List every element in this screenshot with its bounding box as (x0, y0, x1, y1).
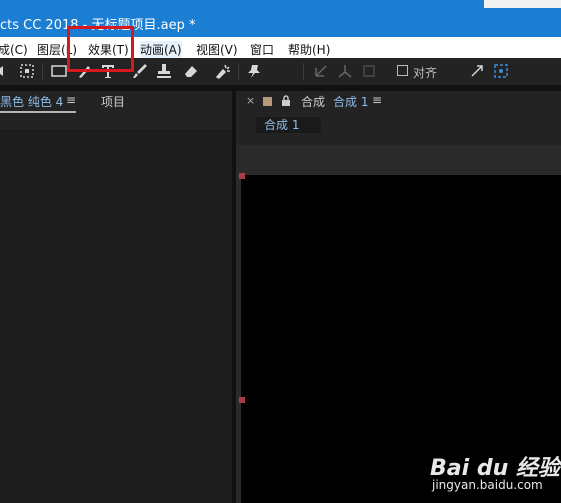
window-controls[interactable] (484, 0, 561, 8)
lock-icon[interactable] (281, 95, 291, 106)
roto-brush-tool-icon[interactable] (214, 62, 232, 80)
puppet-pin-tool-icon[interactable] (245, 62, 263, 80)
effect-controls-content (0, 129, 232, 503)
rectangle-tool-icon[interactable] (50, 62, 68, 80)
clone-stamp-tool-icon[interactable] (155, 62, 173, 80)
composition-label: 合成 (301, 95, 326, 109)
active-tab-underline (0, 111, 76, 113)
watermark-site: jingyan.baidu.com (432, 478, 543, 492)
view-axis-icon[interactable] (360, 62, 378, 80)
menu-help[interactable]: 帮助(H) (288, 41, 330, 58)
eraser-tool-icon[interactable] (182, 62, 200, 80)
menu-composition[interactable]: 成(C) (0, 41, 28, 58)
snap-target-icon[interactable] (492, 62, 510, 80)
tab-project[interactable]: 项目 (101, 93, 125, 110)
composition-name[interactable]: 合成 1 (333, 93, 368, 110)
effect-controls-panel: 黑色 纯色 4 ≡ 项目 (0, 91, 232, 503)
snap-label: 对齐 (413, 66, 438, 80)
menu-animation[interactable]: 动画(A) (140, 41, 182, 58)
panel-menu-icon[interactable]: ≡ (66, 93, 76, 107)
composition-breadcrumb-tab[interactable]: 合成 1 (256, 117, 321, 133)
menu-view[interactable]: 视图(V) (196, 41, 238, 58)
toolbar-divider (303, 63, 304, 80)
local-axis-icon[interactable] (312, 62, 330, 80)
watermark: Bai du 经验 jingyan.baidu.com (430, 440, 561, 503)
highlight-annotation (67, 26, 134, 72)
layer-handle-mid-left[interactable] (239, 397, 245, 403)
toolbar-divider (238, 63, 239, 80)
close-icon[interactable]: × (246, 94, 255, 107)
world-axis-icon[interactable] (336, 62, 354, 80)
menu-window[interactable]: 窗口 (250, 41, 274, 58)
snap-checkbox[interactable] (397, 65, 408, 76)
panel-menu-icon[interactable]: ≡ (372, 93, 382, 107)
panel-tabs: 黑色 纯色 4 ≡ 项目 (0, 91, 232, 115)
region-tool-icon[interactable] (18, 62, 36, 80)
expand-icon[interactable] (468, 62, 486, 80)
label-color-swatch (263, 97, 272, 106)
hand-tool-icon[interactable] (0, 62, 12, 80)
toolbar-divider (42, 63, 43, 80)
tab-solid-layer[interactable]: 黑色 纯色 4 (0, 93, 63, 110)
composition-header: × 合成 合成 1 ≡ (236, 91, 561, 111)
layer-handle-top-left[interactable] (239, 173, 245, 179)
